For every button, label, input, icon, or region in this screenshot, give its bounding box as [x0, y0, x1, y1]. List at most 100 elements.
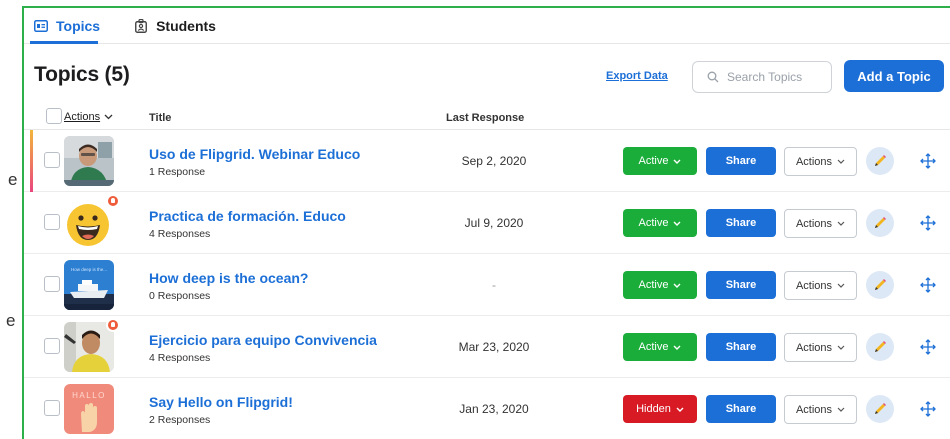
share-button[interactable]: Share [706, 395, 776, 423]
select-all-checkbox[interactable] [46, 108, 62, 124]
pencil-icon [875, 279, 886, 290]
status-label: Active [638, 155, 669, 167]
row-actions-dropdown[interactable]: Actions [784, 333, 857, 362]
drag-handle[interactable] [918, 399, 938, 419]
share-button[interactable]: Share [706, 333, 776, 361]
pencil-icon [875, 217, 886, 228]
move-arrows-icon [920, 277, 936, 293]
thumbnail-caption: HALLO [72, 391, 106, 400]
presenter-video-thumbnail [64, 136, 114, 186]
table-row[interactable]: How deep is the... How deep is the ocean… [24, 254, 950, 316]
chevron-down-icon [837, 221, 845, 226]
chevron-down-icon [673, 159, 681, 164]
move-arrows-icon [920, 401, 936, 417]
edit-button[interactable] [866, 147, 894, 175]
page-title: Topics (5) [34, 63, 130, 86]
edit-button[interactable] [866, 209, 894, 237]
row-checkbox[interactable] [44, 400, 60, 416]
search-box[interactable] [692, 61, 832, 93]
background-text: e [6, 311, 16, 330]
edit-button[interactable] [866, 333, 894, 361]
topics-list: Uso de Flipgrid. Webinar Educo 1 Respons… [24, 130, 950, 439]
row-actions-dropdown[interactable]: Actions [784, 271, 857, 300]
edit-button[interactable] [866, 271, 894, 299]
tab-students[interactable]: Students [134, 8, 216, 44]
row-checkbox[interactable] [44, 276, 60, 292]
table-row[interactable]: HALLO Say Hello on Flipgrid! 2 Responses… [24, 378, 950, 439]
status-dropdown[interactable]: Active [623, 147, 697, 175]
status-dropdown[interactable]: Active [623, 209, 697, 237]
column-title[interactable]: Title [149, 112, 171, 124]
status-dropdown[interactable]: Active [623, 271, 697, 299]
row-actions-dropdown[interactable]: Actions [784, 147, 857, 176]
topic-thumbnail[interactable]: HALLO [64, 384, 114, 434]
hot-topic-badge-icon [106, 318, 120, 332]
response-count: 2 Responses [149, 414, 211, 426]
tab-topics[interactable]: Topics [34, 8, 100, 44]
add-topic-button[interactable]: Add a Topic [844, 60, 944, 92]
tab-bar: Topics Students [24, 8, 950, 44]
chevron-down-icon [673, 221, 681, 226]
pencil-icon [875, 341, 886, 352]
smiley-emoji-thumbnail [64, 198, 114, 248]
search-input[interactable] [727, 70, 823, 84]
row-actions-label: Actions [795, 341, 833, 354]
drag-handle[interactable] [918, 151, 938, 171]
row-actions-label: Actions [795, 217, 833, 230]
student-video-thumbnail [64, 322, 114, 372]
row-actions-dropdown[interactable]: Actions [784, 209, 857, 238]
student-badge-icon [135, 18, 148, 33]
topic-thumbnail[interactable]: How deep is the... [64, 260, 114, 310]
background-text: e [8, 170, 18, 189]
topic-title-link[interactable]: Uso de Flipgrid. Webinar Educo [149, 146, 360, 162]
bulk-actions-label: Actions [64, 111, 101, 123]
tab-label: Topics [56, 17, 101, 34]
bulk-actions-menu[interactable]: Actions [64, 111, 113, 123]
topic-title-link[interactable]: Practica de formación. Educo [149, 208, 346, 224]
row-actions-label: Actions [795, 279, 833, 292]
edit-button[interactable] [866, 395, 894, 423]
share-button[interactable]: Share [706, 271, 776, 299]
topics-panel: Topics Students Topics (5) Export Data A… [22, 6, 950, 439]
pencil-icon [875, 403, 886, 414]
tab-label: Students [156, 17, 216, 34]
response-count: 1 Response [149, 166, 206, 178]
share-button[interactable]: Share [706, 209, 776, 237]
table-row[interactable]: Practica de formación. Educo 4 Responses… [24, 192, 950, 254]
topic-title-link[interactable]: How deep is the ocean? [149, 270, 308, 286]
chevron-down-icon [673, 345, 681, 350]
row-checkbox[interactable] [44, 152, 60, 168]
chevron-down-icon [673, 283, 681, 288]
response-count: 0 Responses [149, 290, 211, 302]
status-label: Active [638, 279, 669, 291]
drag-handle[interactable] [918, 275, 938, 295]
status-dropdown[interactable]: Active [623, 333, 697, 361]
status-dropdown[interactable]: Hidden [623, 395, 697, 423]
export-data-link[interactable]: Export Data [606, 70, 668, 82]
chevron-down-icon [837, 407, 845, 412]
chevron-down-icon [837, 345, 845, 350]
topic-title-link[interactable]: Ejercicio para equipo Convivencia [149, 332, 377, 348]
move-arrows-icon [920, 215, 936, 231]
status-label: Hidden [636, 403, 671, 415]
table-row[interactable]: Ejercicio para equipo Convivencia 4 Resp… [24, 316, 950, 378]
topic-thumbnail[interactable] [64, 136, 114, 186]
share-button[interactable]: Share [706, 147, 776, 175]
column-last-response[interactable]: Last Response [446, 112, 524, 124]
topic-title-link[interactable]: Say Hello on Flipgrid! [149, 394, 293, 410]
table-row[interactable]: Uso de Flipgrid. Webinar Educo 1 Respons… [24, 130, 950, 192]
topics-card-icon [34, 19, 48, 32]
row-checkbox[interactable] [44, 338, 60, 354]
search-icon [707, 71, 719, 83]
drag-handle[interactable] [918, 337, 938, 357]
hello-hand-thumbnail: HALLO [64, 384, 114, 434]
last-response-date: Mar 23, 2020 [458, 340, 530, 354]
topic-thumbnail[interactable] [64, 198, 114, 248]
topic-thumbnail[interactable] [64, 322, 114, 372]
drag-handle[interactable] [918, 213, 938, 233]
pencil-icon [875, 155, 886, 166]
row-actions-dropdown[interactable]: Actions [784, 395, 857, 424]
row-checkbox[interactable] [44, 214, 60, 230]
status-label: Active [638, 217, 669, 229]
chevron-down-icon [837, 159, 845, 164]
